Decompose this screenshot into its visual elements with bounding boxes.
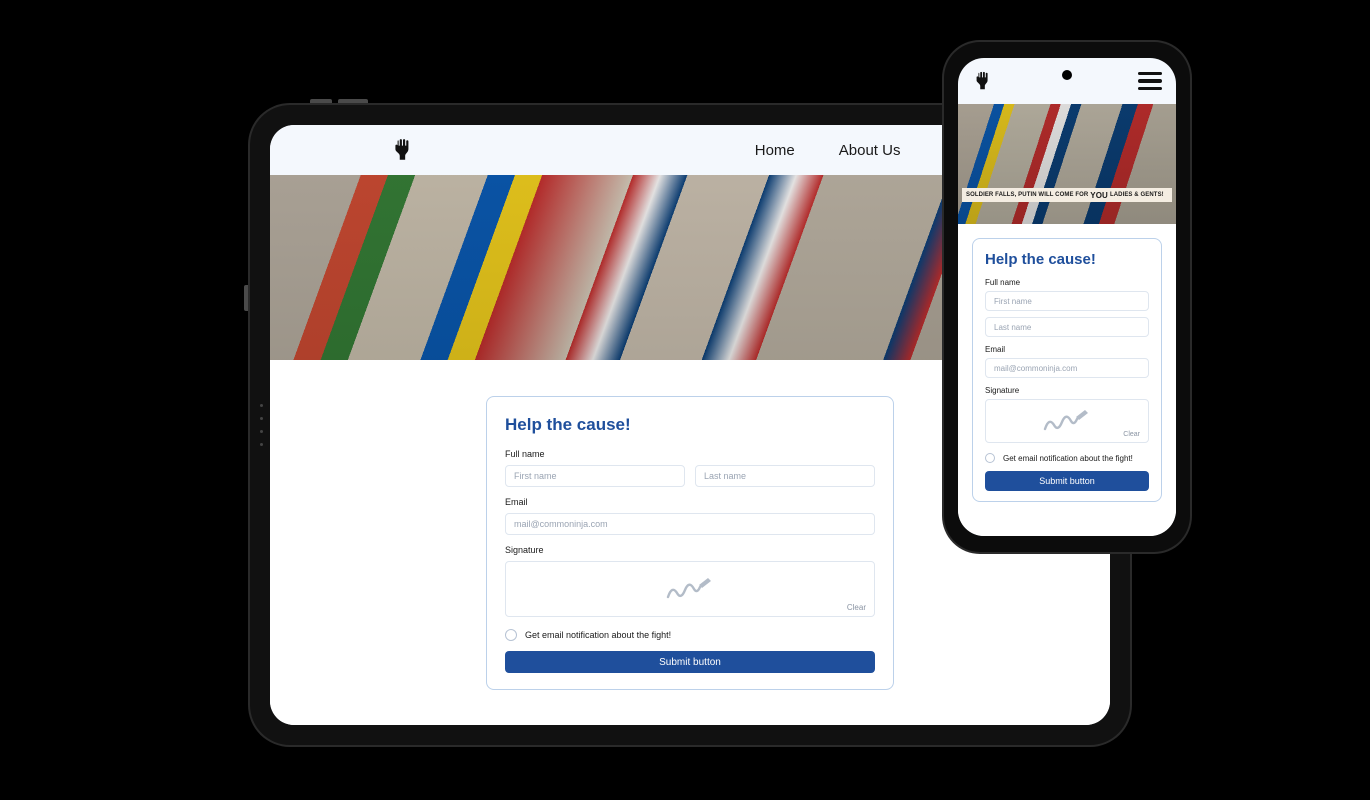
submit-button[interactable]: Submit button xyxy=(505,651,875,673)
phone-device-frame: SOLDIER FALLS, PUTIN WILL COME FOR YOU L… xyxy=(944,42,1190,552)
phone-hero-image: SOLDIER FALLS, PUTIN WILL COME FOR YOU L… xyxy=(958,104,1176,224)
phone-topbar xyxy=(958,58,1176,104)
signature-scribble-icon xyxy=(665,575,715,603)
first-name-input[interactable]: First name xyxy=(505,465,685,487)
last-name-input[interactable]: Last name xyxy=(985,317,1149,337)
tablet-volume-button xyxy=(338,99,368,103)
notification-checkbox-label: Get email notification about the fight! xyxy=(525,630,671,640)
fist-logo-icon xyxy=(390,137,416,163)
petition-form-card: Help the cause! Full name First name Las… xyxy=(486,396,894,690)
phone-screen: SOLDIER FALLS, PUTIN WILL COME FOR YOU L… xyxy=(958,58,1176,536)
petition-form-card: Help the cause! Full name First name Las… xyxy=(972,238,1162,502)
notification-checkbox[interactable] xyxy=(505,629,517,641)
email-input[interactable]: mail@commoninja.com xyxy=(505,513,875,535)
signature-pad[interactable]: Clear xyxy=(505,561,875,617)
signature-label: Signature xyxy=(505,545,875,555)
hamburger-menu-icon[interactable] xyxy=(1138,72,1162,90)
form-title: Help the cause! xyxy=(985,251,1149,268)
email-input[interactable]: mail@commoninja.com xyxy=(985,358,1149,378)
form-title: Help the cause! xyxy=(505,415,875,435)
full-name-label: Full name xyxy=(505,449,875,459)
full-name-label: Full name xyxy=(985,278,1149,287)
tablet-speaker-dots xyxy=(260,404,263,446)
submit-button[interactable]: Submit button xyxy=(985,471,1149,491)
protest-banner-text: SOLDIER FALLS, PUTIN WILL COME FOR YOU L… xyxy=(962,188,1172,202)
fist-logo-icon xyxy=(972,70,994,92)
email-label: Email xyxy=(505,497,875,507)
first-name-input[interactable]: First name xyxy=(985,291,1149,311)
signature-clear-button[interactable]: Clear xyxy=(847,603,866,612)
phone-camera-cutout xyxy=(1062,70,1072,80)
tablet-side-button xyxy=(244,285,248,311)
email-label: Email xyxy=(985,345,1149,354)
nav-link-home[interactable]: Home xyxy=(755,142,795,159)
signature-pad[interactable]: Clear xyxy=(985,399,1149,443)
signature-scribble-icon xyxy=(1042,407,1092,435)
notification-checkbox[interactable] xyxy=(985,453,995,463)
signature-clear-button[interactable]: Clear xyxy=(1123,431,1140,438)
nav-link-about[interactable]: About Us xyxy=(839,142,901,159)
tablet-power-button xyxy=(310,99,332,103)
signature-label: Signature xyxy=(985,386,1149,395)
last-name-input[interactable]: Last name xyxy=(695,465,875,487)
notification-checkbox-label: Get email notification about the fight! xyxy=(1003,454,1133,463)
phone-page-body: Help the cause! Full name First name Las… xyxy=(958,224,1176,536)
